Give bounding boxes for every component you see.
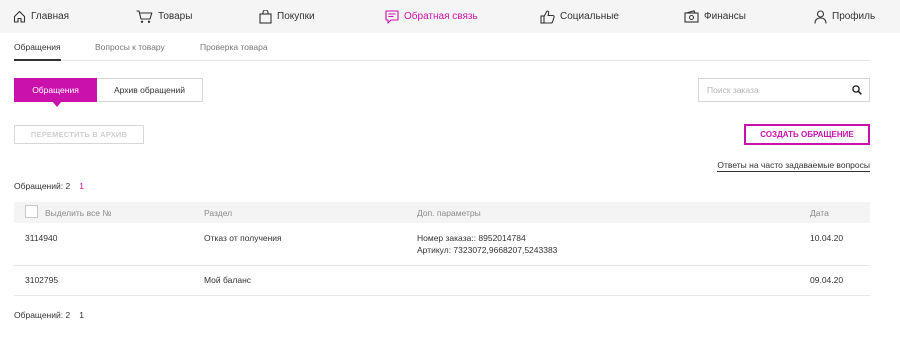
appeal-date: 09.04.20: [810, 275, 844, 285]
nav-item-social[interactable]: Социальные: [540, 0, 619, 33]
nav-item-feedback[interactable]: Обратная связь: [385, 0, 478, 33]
header-date: Дата: [810, 208, 829, 218]
appeal-param-order: Номер заказа:: 8952014784: [417, 233, 526, 243]
nav-item-home[interactable]: Главная: [13, 0, 69, 33]
thumbs-up-icon: [540, 9, 555, 24]
order-search: [698, 78, 870, 102]
subtabs: Обращения Вопросы к товару Проверка това…: [14, 33, 870, 61]
nav-item-label: Социальные: [560, 11, 619, 22]
tab-product-questions[interactable]: Вопросы к товару: [95, 42, 165, 52]
table-row[interactable]: 3114940 Отказ от получения Номер заказа:…: [14, 223, 870, 266]
tab-appeals[interactable]: Обращения: [14, 42, 61, 61]
pagination-page-1[interactable]: 1: [79, 310, 84, 320]
segment-appeals-button[interactable]: Обращения: [14, 78, 97, 107]
user-icon: [814, 9, 827, 24]
top-navigation: Главная Товары Покупки Обратная связь Со…: [0, 0, 900, 33]
appeals-count-label: Обращений: 2: [14, 310, 71, 320]
nav-item-label: Профиль: [832, 11, 876, 22]
appeal-number: 3114940: [25, 233, 58, 243]
nav-item-label: Обратная связь: [404, 11, 478, 22]
header-select-all: Выделить все №: [45, 208, 112, 218]
appeals-count-top: Обращений: 2 1: [14, 181, 84, 191]
wallet-icon: [684, 10, 699, 23]
nav-item-finance[interactable]: Финансы: [684, 0, 746, 33]
table-header: Выделить все № Раздел Доп. параметры Дат…: [14, 202, 870, 223]
select-all-checkbox[interactable]: [25, 205, 38, 218]
cart-icon: [136, 9, 153, 24]
nav-item-purchases[interactable]: Покупки: [259, 0, 315, 33]
nav-item-products[interactable]: Товары: [136, 0, 192, 33]
nav-item-profile[interactable]: Профиль: [814, 0, 875, 33]
appeal-section: Мой баланс: [204, 275, 252, 285]
move-to-archive-button[interactable]: ПЕРЕМЕСТИТЬ В АРХИВ: [14, 125, 144, 144]
appeals-count-label: Обращений: 2: [14, 181, 71, 191]
appeals-segmented-control: Обращения Архив обращений: [14, 78, 203, 107]
create-appeal-button[interactable]: СОЗДАТЬ ОБРАЩЕНИЕ: [744, 124, 870, 145]
header-section: Раздел: [204, 208, 233, 218]
faq-link[interactable]: Ответы на часто задаваемые вопросы: [717, 160, 870, 172]
nav-item-label: Товары: [158, 11, 193, 22]
nav-item-label: Покупки: [277, 11, 315, 22]
bag-icon: [259, 9, 272, 24]
appeal-date: 10.04.20: [810, 233, 844, 243]
appeal-number: 3102795: [25, 275, 59, 285]
search-icon[interactable]: [845, 79, 869, 101]
tab-product-check[interactable]: Проверка товара: [200, 42, 268, 52]
home-icon: [13, 10, 26, 23]
appeals-count-bottom: Обращений: 2 1: [14, 310, 84, 320]
nav-item-label: Финансы: [704, 11, 746, 22]
feedback-icon: [385, 9, 399, 24]
segment-archive-button[interactable]: Архив обращений: [97, 78, 203, 102]
appeal-section: Отказ от получения: [204, 233, 282, 243]
header-params: Доп. параметры: [417, 208, 481, 218]
nav-item-label: Главная: [31, 11, 70, 22]
table-row[interactable]: 3102795 Мой баланс 09.04.20: [14, 266, 870, 296]
pagination-page-1[interactable]: 1: [79, 181, 84, 191]
appeal-param-article: Артикул: 7323072,9668207,5243383: [417, 245, 558, 255]
order-search-input[interactable]: [699, 79, 845, 101]
